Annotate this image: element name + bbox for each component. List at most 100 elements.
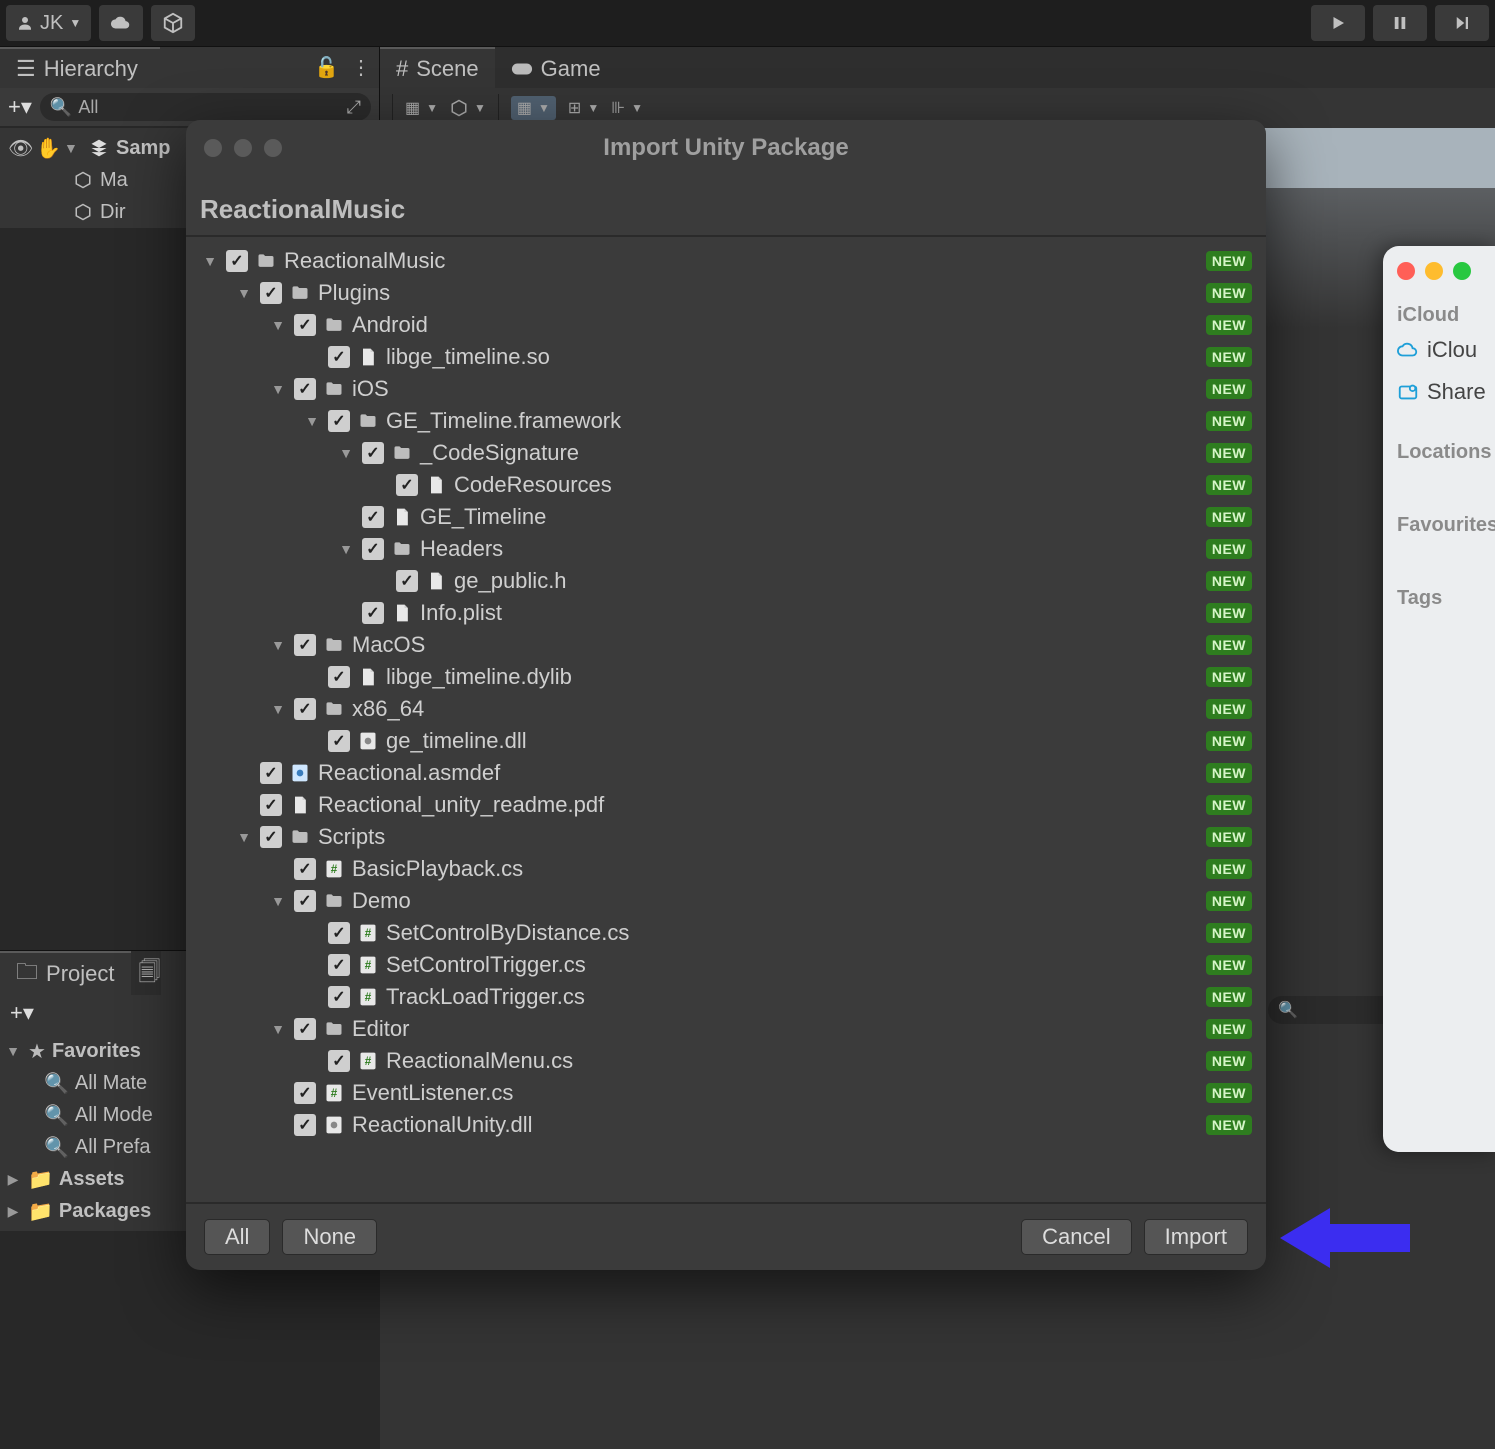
- checkbox[interactable]: ✓: [328, 954, 350, 976]
- package-tree-row[interactable]: ✓#TrackLoadTrigger.csNEW: [190, 981, 1262, 1013]
- window-controls[interactable]: [204, 139, 282, 157]
- package-tree-row[interactable]: ✓#BasicPlayback.csNEW: [190, 853, 1262, 885]
- package-tree-row[interactable]: ▼✓x86_64NEW: [190, 693, 1262, 725]
- finder-item-icloud-drive[interactable]: iClou: [1383, 329, 1495, 371]
- zoom-icon[interactable]: [1453, 262, 1471, 280]
- package-tree-row[interactable]: ✓libge_timeline.soNEW: [190, 341, 1262, 373]
- minimize-icon[interactable]: [234, 139, 252, 157]
- package-tree-row[interactable]: ▼✓MacOSNEW: [190, 629, 1262, 661]
- tool-wire[interactable]: ▼: [450, 99, 486, 117]
- fold-icon[interactable]: ▼: [268, 637, 288, 653]
- fold-icon[interactable]: ▼: [268, 381, 288, 397]
- package-tree-row[interactable]: ✓#EventListener.csNEW: [190, 1077, 1262, 1109]
- scene-tab[interactable]: # Scene: [380, 47, 495, 88]
- eye-icon[interactable]: 👁: [8, 136, 30, 161]
- package-tree-row[interactable]: ▼✓DemoNEW: [190, 885, 1262, 917]
- package-tree-row[interactable]: ✓Reactional_unity_readme.pdfNEW: [190, 789, 1262, 821]
- cancel-button[interactable]: Cancel: [1021, 1219, 1131, 1255]
- fold-icon[interactable]: ▼: [268, 701, 288, 717]
- checkbox[interactable]: ✓: [260, 826, 282, 848]
- package-tree-row[interactable]: ▼✓ScriptsNEW: [190, 821, 1262, 853]
- add-button[interactable]: +▾: [10, 1000, 34, 1026]
- checkbox[interactable]: ✓: [328, 666, 350, 688]
- checkbox[interactable]: ✓: [328, 922, 350, 944]
- tool-grid[interactable]: ▦▼: [511, 96, 556, 120]
- checkbox[interactable]: ✓: [362, 602, 384, 624]
- checkbox[interactable]: ✓: [294, 1018, 316, 1040]
- finder-window-controls[interactable]: [1383, 246, 1495, 296]
- checkbox[interactable]: ✓: [362, 538, 384, 560]
- console-tab[interactable]: 🗐: [131, 951, 161, 995]
- cloud-button[interactable]: [99, 5, 143, 41]
- tool-incr[interactable]: ⊪▼: [611, 98, 643, 118]
- checkbox[interactable]: ✓: [362, 506, 384, 528]
- package-tree-row[interactable]: ▼✓AndroidNEW: [190, 309, 1262, 341]
- fold-icon[interactable]: ▼: [268, 893, 288, 909]
- step-button[interactable]: [1435, 5, 1489, 41]
- fold-icon[interactable]: ▼: [336, 541, 356, 557]
- zoom-icon[interactable]: [264, 139, 282, 157]
- expand-icon[interactable]: ⤢: [347, 97, 361, 118]
- package-tree-row[interactable]: ✓Info.plistNEW: [190, 597, 1262, 629]
- checkbox[interactable]: ✓: [328, 410, 350, 432]
- none-button[interactable]: None: [282, 1219, 377, 1255]
- add-button[interactable]: +▾: [8, 94, 32, 120]
- checkbox[interactable]: ✓: [294, 378, 316, 400]
- checkbox[interactable]: ✓: [294, 314, 316, 336]
- package-tree-row[interactable]: ▼✓ReactionalMusicNEW: [190, 245, 1262, 277]
- package-tree-row[interactable]: ✓Reactional.asmdefNEW: [190, 757, 1262, 789]
- checkbox[interactable]: ✓: [294, 634, 316, 656]
- project-tab[interactable]: 🗀 Project: [0, 951, 131, 995]
- package-tree-row[interactable]: ✓libge_timeline.dylibNEW: [190, 661, 1262, 693]
- package-tree-row[interactable]: ✓CodeResourcesNEW: [190, 469, 1262, 501]
- package-tree-row[interactable]: ▼✓GE_Timeline.frameworkNEW: [190, 405, 1262, 437]
- finder-item-shared[interactable]: Share: [1383, 371, 1495, 413]
- fold-icon[interactable]: ▼: [268, 1021, 288, 1037]
- checkbox[interactable]: ✓: [294, 858, 316, 880]
- hierarchy-tab[interactable]: ☰ Hierarchy: [0, 47, 160, 88]
- all-button[interactable]: All: [204, 1219, 270, 1255]
- package-tree-row[interactable]: ▼✓_CodeSignatureNEW: [190, 437, 1262, 469]
- import-button[interactable]: Import: [1144, 1219, 1248, 1255]
- close-icon[interactable]: [204, 139, 222, 157]
- account-menu[interactable]: JK ▼: [6, 5, 91, 41]
- fold-icon[interactable]: ▼: [200, 253, 220, 269]
- fold-icon[interactable]: ▼: [234, 829, 254, 845]
- hierarchy-search[interactable]: 🔍 All ⤢: [40, 93, 371, 121]
- play-button[interactable]: [1311, 5, 1365, 41]
- checkbox[interactable]: ✓: [294, 698, 316, 720]
- fold-icon[interactable]: ▼: [234, 285, 254, 301]
- checkbox[interactable]: ✓: [396, 570, 418, 592]
- fold-icon[interactable]: ▼: [336, 445, 356, 461]
- checkbox[interactable]: ✓: [226, 250, 248, 272]
- package-tree-row[interactable]: ▼✓EditorNEW: [190, 1013, 1262, 1045]
- tool-snap[interactable]: ⊞▼: [568, 98, 599, 118]
- checkbox[interactable]: ✓: [260, 794, 282, 816]
- package-tree-row[interactable]: ▼✓PluginsNEW: [190, 277, 1262, 309]
- package-button[interactable]: [151, 5, 195, 41]
- package-tree-row[interactable]: ✓#SetControlByDistance.csNEW: [190, 917, 1262, 949]
- checkbox[interactable]: ✓: [362, 442, 384, 464]
- pause-button[interactable]: [1373, 5, 1427, 41]
- checkbox[interactable]: ✓: [294, 1082, 316, 1104]
- fold-icon[interactable]: ▼: [64, 140, 82, 156]
- checkbox[interactable]: ✓: [328, 346, 350, 368]
- checkbox[interactable]: ✓: [260, 762, 282, 784]
- close-icon[interactable]: [1397, 262, 1415, 280]
- checkbox[interactable]: ✓: [294, 1114, 316, 1136]
- package-tree-row[interactable]: ✓ge_public.hNEW: [190, 565, 1262, 597]
- checkbox[interactable]: ✓: [294, 890, 316, 912]
- checkbox[interactable]: ✓: [328, 1050, 350, 1072]
- package-tree-row[interactable]: ✓#ReactionalMenu.csNEW: [190, 1045, 1262, 1077]
- game-tab[interactable]: Game: [495, 47, 617, 88]
- package-tree-row[interactable]: ✓GE_TimelineNEW: [190, 501, 1262, 533]
- checkbox[interactable]: ✓: [260, 282, 282, 304]
- checkbox[interactable]: ✓: [328, 730, 350, 752]
- lock-icon[interactable]: 🔓: [314, 55, 339, 80]
- hand-icon[interactable]: ✋: [36, 136, 58, 161]
- package-tree-row[interactable]: ✓#SetControlTrigger.csNEW: [190, 949, 1262, 981]
- checkbox[interactable]: ✓: [328, 986, 350, 1008]
- package-tree-row[interactable]: ▼✓iOSNEW: [190, 373, 1262, 405]
- package-tree-row[interactable]: ✓ReactionalUnity.dllNEW: [190, 1109, 1262, 1141]
- more-icon[interactable]: ⋮: [351, 55, 371, 80]
